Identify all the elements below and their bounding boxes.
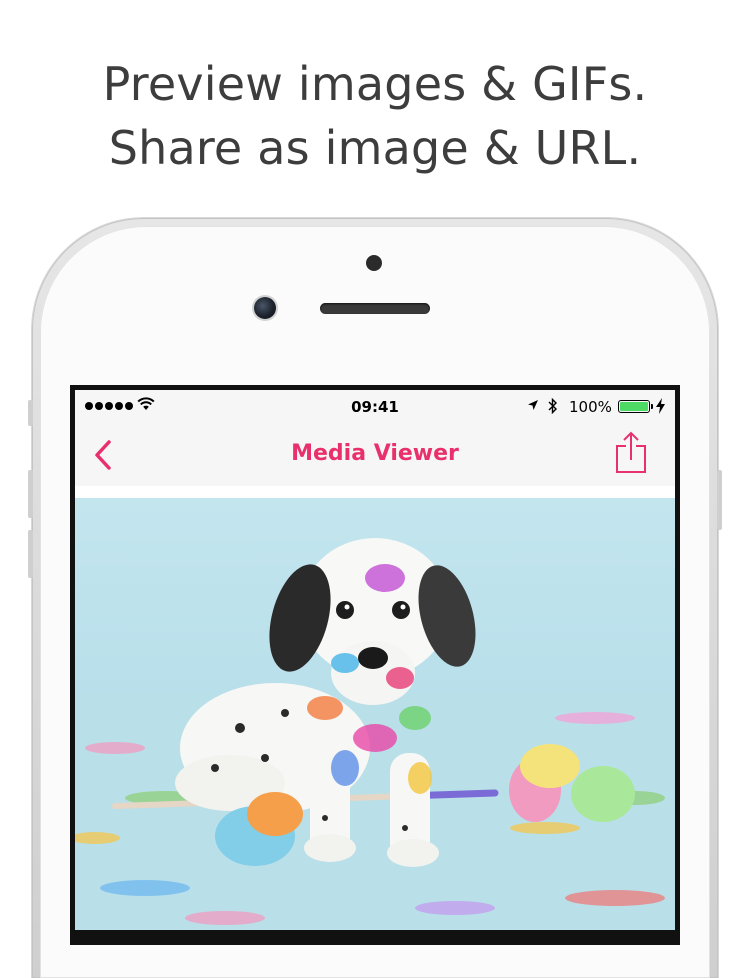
marketing-headline: Preview images & GIFs. Share as image & … [0, 52, 750, 180]
dalmatian-puppy-photo [75, 498, 675, 930]
headline-line-2: Share as image & URL. [108, 121, 642, 175]
volume-down-button [28, 530, 33, 578]
battery-cap [651, 404, 653, 409]
share-icon [616, 431, 646, 473]
navigation-bar: Media Viewer [75, 424, 675, 486]
headline-line-1: Preview images & GIFs. [102, 57, 648, 111]
battery-icon [618, 400, 650, 413]
page-title: Media Viewer [291, 441, 459, 466]
share-button[interactable] [611, 430, 651, 476]
mute-switch [28, 400, 33, 426]
volume-up-button [28, 470, 33, 518]
front-camera [254, 297, 276, 319]
phone-screen: 09:41 100% Media Viewer [75, 390, 675, 930]
media-preview-image[interactable] [75, 498, 675, 930]
status-bar: 09:41 100% [75, 390, 675, 424]
charging-bolt-icon [656, 398, 665, 414]
bluetooth-icon [548, 397, 557, 415]
location-arrow-icon [528, 400, 538, 410]
earpiece-speaker [320, 303, 430, 314]
battery-level-fill [620, 402, 648, 411]
power-button [717, 470, 722, 530]
battery-percentage: 100% [569, 398, 612, 416]
proximity-sensor [366, 255, 382, 271]
